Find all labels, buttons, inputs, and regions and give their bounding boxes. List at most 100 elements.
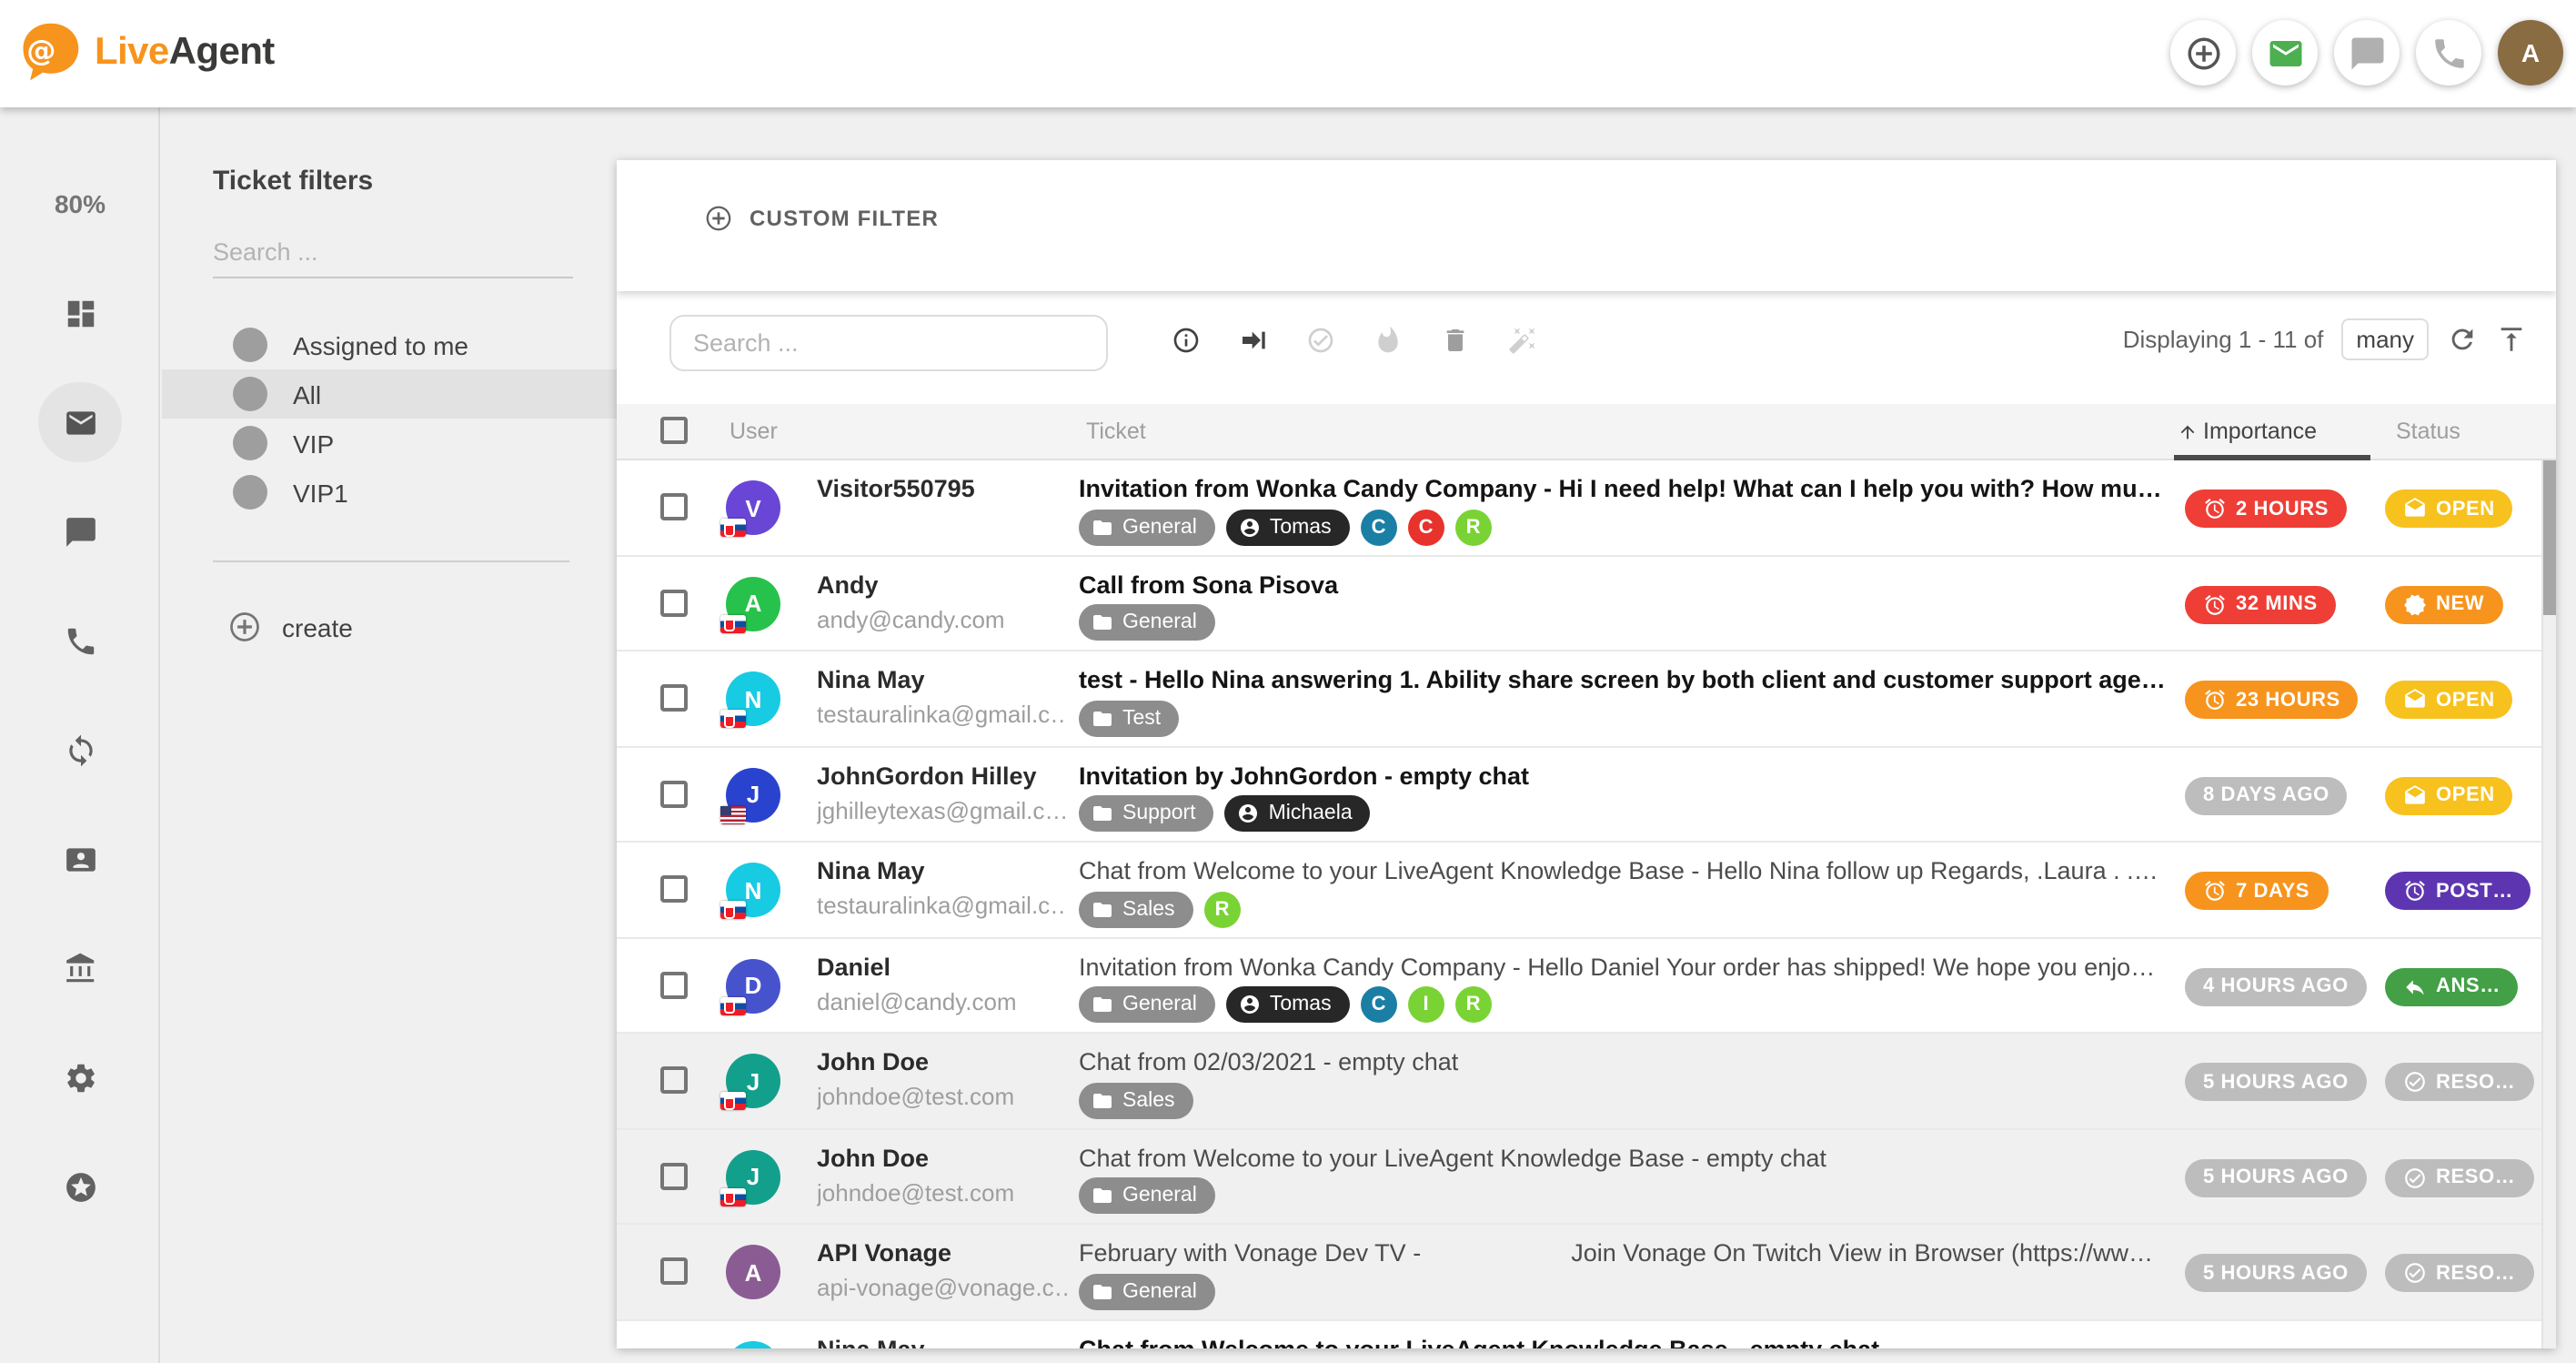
ticket-title[interactable]: Invitation from Wonka Candy Company - Hi… (1079, 475, 2167, 502)
sidebar-item-contacts[interactable] (38, 819, 122, 899)
department-tag: General (1079, 604, 1215, 641)
check-circle-icon (2403, 1261, 2427, 1285)
ticket-row[interactable]: JJohn Doejohndoe@test.comChat from Welco… (617, 1129, 2556, 1225)
row-checkbox[interactable] (660, 493, 688, 520)
avatar: A (726, 1245, 780, 1299)
ticket-row[interactable]: DDanieldaniel@candy.comInvitation from W… (617, 938, 2556, 1034)
emails-button[interactable] (2252, 20, 2318, 86)
importance-cell: 5 HOURS AGO (2185, 1254, 2367, 1292)
transfer-icon[interactable] (1239, 326, 1268, 355)
ticket-title[interactable]: test - Hello Nina answering 1. Ability s… (1079, 666, 2167, 693)
ticket-title[interactable]: Chat from Welcome to your LiveAgent Know… (1079, 857, 2167, 884)
sidebar-item-settings[interactable] (38, 1037, 122, 1117)
importance-badge: 32 MINS (2185, 585, 2336, 623)
row-checkbox[interactable] (660, 971, 688, 998)
row-checkbox[interactable] (660, 1257, 688, 1285)
filter-item-assigned-to-me[interactable]: Assigned to me (162, 320, 617, 369)
row-checkbox[interactable] (660, 780, 688, 807)
row-checkbox[interactable] (660, 684, 688, 712)
row-checkbox[interactable] (660, 875, 688, 903)
chat-icon (63, 514, 97, 549)
ticket-row[interactable]: NNina Maytestauralinka@gmail.c…Chat from… (617, 843, 2556, 938)
importance-badge: 5 HOURS AGO (2185, 1254, 2367, 1292)
user-email: api-vonage@vonage.c… (817, 1274, 1068, 1301)
status-badge: OPEN (2385, 776, 2513, 814)
sidebar-item-tickets[interactable] (38, 382, 122, 462)
icon-sidebar: 80% (0, 107, 160, 1363)
alarm-clock-icon (2203, 688, 2227, 712)
scrollbar-thumb[interactable] (2543, 460, 2556, 615)
ticket-row[interactable]: AAPI Vonageapi-vonage@vonage.c…February … (617, 1225, 2556, 1320)
ticket-row[interactable]: VVisitor550795Invitation from Wonka Cand… (617, 460, 2556, 556)
filter-label: Assigned to me (293, 330, 468, 359)
row-checkbox[interactable] (660, 589, 688, 616)
ticket-row[interactable]: JJohn Doejohndoe@test.comChat from 02/03… (617, 1034, 2556, 1129)
ticket-row[interactable]: NNina Maytestauralinka@gmail.c…test - He… (617, 651, 2556, 747)
open-envelope-icon (2403, 783, 2427, 807)
column-importance-sort[interactable]: Importance (2178, 419, 2317, 444)
ticket-row[interactable]: NNina Maytestauralinka@gmail.c…Chat from… (617, 1320, 2556, 1348)
column-status[interactable]: Status (2396, 419, 2460, 444)
sk-flag-icon (720, 996, 746, 1015)
priority-icon[interactable] (1374, 326, 1403, 355)
chats-button[interactable] (2334, 20, 2400, 86)
sidebar-item-dashboard[interactable] (38, 273, 122, 353)
row-checkbox[interactable] (660, 1066, 688, 1094)
ticket-title[interactable]: Chat from 02/03/2021 - empty chat (1079, 1048, 2167, 1075)
resolve-icon[interactable] (1306, 326, 1335, 355)
ticket-title[interactable]: Chat from Welcome to your LiveAgent Know… (1079, 1144, 2167, 1171)
merge-icon[interactable] (1508, 326, 1537, 355)
ticket-filters-panel: Ticket filters Assigned to meAllVIPVIP1 … (162, 107, 617, 1363)
refresh-icon[interactable] (2447, 324, 2478, 355)
status-badge: POST… (2385, 872, 2531, 910)
ticket-title[interactable]: Invitation from Wonka Candy Company - He… (1079, 953, 2167, 980)
ticket-row[interactable]: JJohnGordon Hilleyjghilleytexas@gmail.c…… (617, 747, 2556, 843)
status-badge: OPEN (2385, 681, 2513, 719)
brand-logo[interactable]: @ LiveAgent (15, 18, 275, 87)
info-icon[interactable] (1172, 326, 1201, 355)
filter-avatar (233, 377, 267, 411)
status-cell: RESO… (2385, 1254, 2533, 1294)
filter-item-vip[interactable]: VIP (162, 419, 617, 468)
ticket-row[interactable]: AAndyandy@candy.comCall from Sona Pisova… (617, 556, 2556, 651)
avatar: J (726, 767, 780, 822)
filters-divider (213, 560, 569, 562)
filter-item-vip1[interactable]: VIP1 (162, 468, 617, 517)
custom-filter-button[interactable]: CUSTOM FILTER (704, 204, 939, 233)
scrollbar[interactable] (2541, 460, 2556, 1348)
ticket-search-input[interactable] (669, 315, 1108, 371)
department-tag: General (1079, 1273, 1215, 1309)
sidebar-item-starred[interactable] (38, 1146, 122, 1227)
sidebar-item-automation[interactable] (38, 710, 122, 790)
sidebar-item-calls[interactable] (38, 601, 122, 681)
tag-dot: I (1408, 986, 1444, 1023)
tag-dot: C (1361, 509, 1397, 545)
sidebar-item-chats[interactable] (38, 491, 122, 571)
page-size-box[interactable]: many (2341, 318, 2429, 360)
row-checkbox[interactable] (660, 1162, 688, 1189)
delete-icon[interactable] (1441, 326, 1470, 355)
custom-filter-bar: CUSTOM FILTER (617, 160, 2556, 291)
add-new-button[interactable] (2170, 20, 2236, 86)
filter-list: Assigned to me AllVIPVIP1 (162, 320, 617, 517)
create-filter-button[interactable]: create (227, 610, 353, 644)
ticket-title[interactable]: February with Vonage Dev TV - Join Vonag… (1079, 1239, 2167, 1267)
status-cell: ANS… (2385, 967, 2519, 1007)
scroll-top-icon[interactable] (2496, 324, 2527, 355)
select-all-checkbox[interactable] (660, 417, 688, 444)
status-badge: RESO… (2385, 1158, 2533, 1196)
column-user: User (730, 419, 778, 444)
ticket-title[interactable]: Invitation by JohnGordon - empty chat (1079, 762, 2167, 789)
ticket-title[interactable]: Chat from Welcome to your LiveAgent Know… (1079, 1335, 2167, 1348)
sidebar-item-billing[interactable] (38, 928, 122, 1008)
account-avatar[interactable]: A (2498, 20, 2563, 86)
ticket-title[interactable]: Call from Sona Pisova (1079, 570, 2167, 598)
filter-item-all[interactable]: All (162, 369, 617, 419)
importance-cell: 8 DAYS AGO (2185, 776, 2348, 814)
filters-search-input[interactable] (213, 227, 573, 278)
calls-button[interactable] (2416, 20, 2481, 86)
importance-badge: 2 HOURS (2185, 490, 2347, 528)
filters-title: Ticket filters (213, 166, 373, 197)
user-name: John Doe (817, 1144, 1068, 1171)
user-email: jghilleytexas@gmail.c… (817, 796, 1068, 823)
